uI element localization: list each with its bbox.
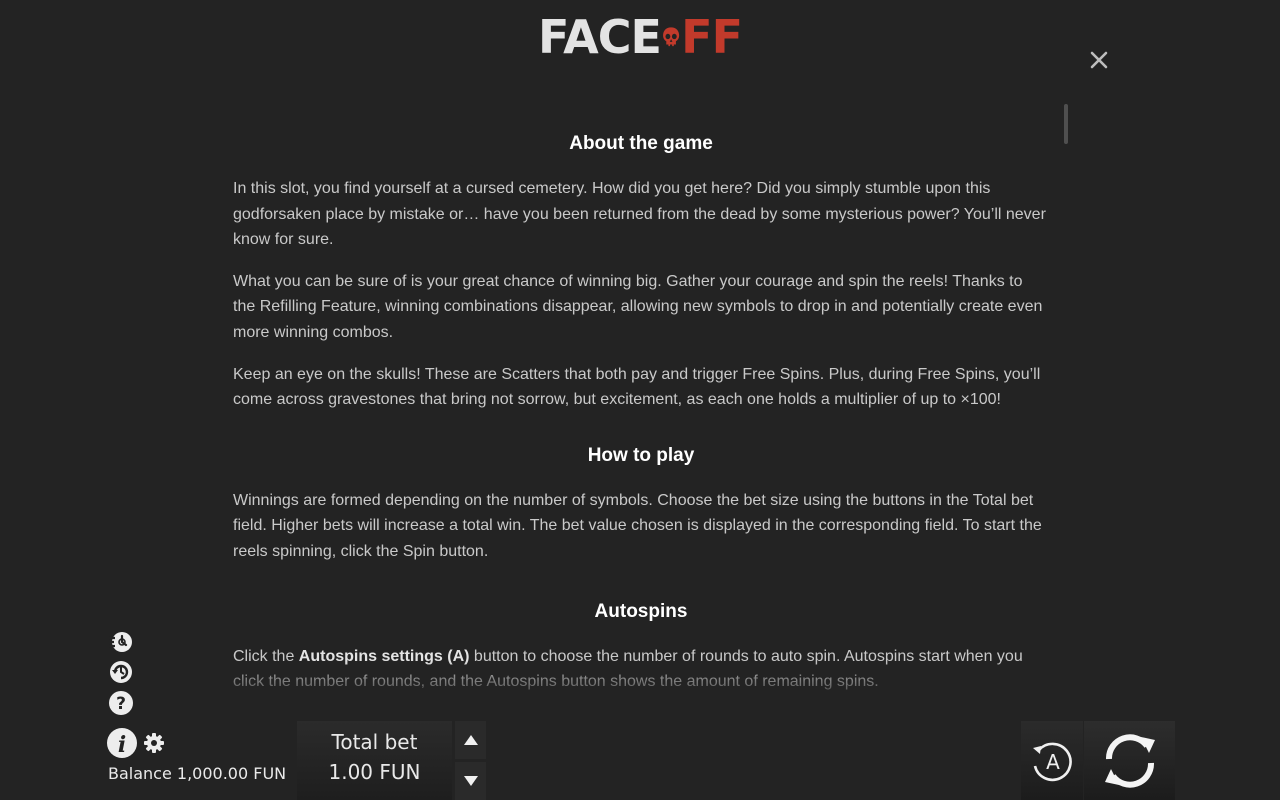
arrow-down-icon (463, 776, 478, 786)
turbo-button[interactable] (108, 628, 134, 654)
svg-text:?: ? (116, 694, 126, 714)
arrow-up-icon (463, 735, 478, 745)
gear-icon (144, 733, 164, 753)
section-title-autospins: Autospins (594, 600, 688, 622)
settings-button[interactable] (143, 732, 165, 754)
svg-text:i: i (118, 732, 126, 758)
logo-text-off: FF (681, 10, 743, 64)
total-bet-panel: Total bet 1.00 FUN (297, 721, 452, 800)
balance-display: Balance 1,000.00 FUN (108, 764, 286, 783)
spin-button[interactable] (1084, 721, 1175, 800)
bet-decrease-button[interactable] (455, 762, 486, 800)
info-button[interactable]: i (106, 727, 138, 759)
help-icon: ? (109, 691, 133, 715)
total-bet-label: Total bet (331, 730, 418, 754)
about-paragraph-3: Keep an eye on the skulls! These are Sca… (233, 365, 1041, 409)
bet-stepper (455, 721, 486, 800)
skull-icon (663, 27, 680, 47)
rules-content: About the game In this slot, you find yo… (233, 130, 1049, 692)
autospins-settings-button[interactable]: A (1021, 721, 1083, 800)
autospin-icon: A (1033, 742, 1072, 781)
balance-value: 1,000.00 FUN (176, 764, 287, 783)
how-to-play-paragraph: Winnings are formed depending on the num… (233, 491, 1042, 560)
section-title-about: About the game (569, 133, 713, 154)
quick-spin-button[interactable] (108, 659, 134, 685)
close-icon (1090, 51, 1108, 69)
scrollbar-thumb[interactable] (1064, 104, 1068, 144)
help-button[interactable]: ? (108, 690, 134, 716)
balance-label: Balance (108, 764, 172, 783)
logo-text-face: FACE (538, 10, 662, 64)
section-title-how-to-play: How to play (587, 444, 695, 466)
bet-increase-button[interactable] (455, 721, 486, 759)
spin-icon (1104, 733, 1155, 788)
close-button[interactable] (1087, 48, 1111, 72)
about-paragraph-1: In this slot, you find yourself at a cur… (233, 180, 1046, 249)
turbo-icon (109, 632, 132, 652)
about-paragraph-2: What you can be sure of is your great ch… (233, 272, 1043, 341)
svg-text:A: A (1046, 750, 1060, 774)
info-icon: i (107, 728, 137, 758)
quick-spin-icon (110, 661, 132, 683)
game-logo: FACE FF (538, 10, 743, 64)
autospins-paragraph: Click the Autospins settings (A) button … (233, 647, 1023, 691)
total-bet-value: 1.00 FUN (328, 760, 421, 784)
